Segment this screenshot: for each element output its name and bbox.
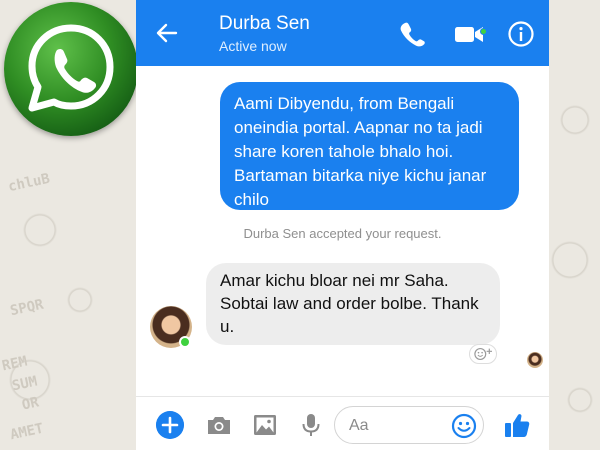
thumbs-up-icon[interactable]: [502, 410, 532, 440]
video-available-indicator: [480, 28, 487, 35]
plus-icon[interactable]: [156, 411, 184, 439]
message-input-box: [334, 406, 484, 444]
doodle-text: chluB: [6, 170, 52, 196]
doodle-text: REM: [0, 353, 29, 375]
message-input[interactable]: [349, 415, 449, 437]
back-arrow-icon[interactable]: [154, 20, 180, 46]
doodle-text: AMET: [8, 420, 46, 444]
message-composer: [136, 396, 549, 450]
seen-receipt-avatar: [527, 352, 543, 368]
contact-name[interactable]: Durba Sen: [219, 13, 310, 35]
online-status-dot: [179, 336, 191, 348]
request-accepted-note: Durba Sen accepted your request.: [243, 226, 442, 241]
chat-header: Durba Sen Active now: [136, 0, 549, 66]
doodle-text: SPQR: [8, 296, 46, 320]
image-icon[interactable]: [252, 412, 278, 438]
contact-status: Active now: [219, 38, 287, 54]
emoji-icon[interactable]: [451, 413, 477, 439]
outgoing-message[interactable]: Aami Dibyendu, from Bengali oneindia por…: [220, 82, 519, 210]
info-icon[interactable]: [507, 20, 535, 48]
microphone-icon[interactable]: [298, 412, 324, 438]
doodle-text: SUM: [10, 373, 39, 395]
messenger-screen: Durba Sen Active now Aami Dibyendu, from…: [136, 0, 549, 450]
whatsapp-logo: [4, 2, 138, 136]
add-reaction-icon[interactable]: [469, 344, 497, 364]
doodle-text: OR: [20, 394, 41, 414]
whatsapp-phone-icon: [28, 24, 114, 112]
camera-icon[interactable]: [206, 412, 232, 438]
incoming-message[interactable]: Amar kichu bloar nei mr Saha. Sobtai law…: [206, 263, 500, 345]
message-list[interactable]: Aami Dibyendu, from Bengali oneindia por…: [136, 66, 549, 396]
phone-icon[interactable]: [398, 20, 426, 48]
